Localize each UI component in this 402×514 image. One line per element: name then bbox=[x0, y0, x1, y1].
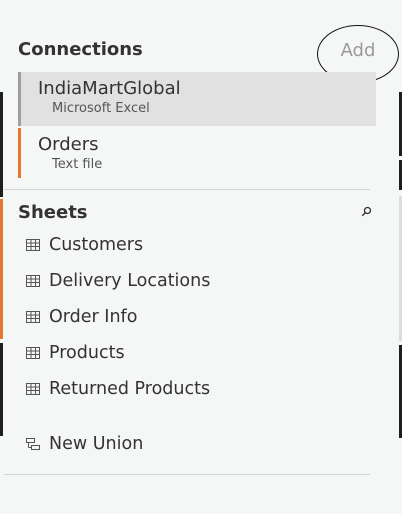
sheet-item-customers[interactable]: Customers bbox=[26, 230, 143, 260]
add-connection-label: Add bbox=[340, 39, 376, 61]
window-edge-left bbox=[0, 92, 3, 197]
connection-item-indiamartglobal[interactable]: IndiaMartGlobal Microsoft Excel bbox=[18, 72, 376, 126]
connection-name: IndiaMartGlobal bbox=[38, 78, 181, 99]
connections-header: Connections bbox=[18, 39, 143, 60]
data-source-panel: Connections Add IndiaMartGlobal Microsof… bbox=[4, 0, 399, 514]
union-icon bbox=[26, 438, 40, 450]
sheet-item-returned-products[interactable]: Returned Products bbox=[26, 374, 210, 404]
search-icon[interactable] bbox=[361, 206, 372, 217]
sheet-label: Order Info bbox=[49, 307, 138, 327]
sheet-label: Customers bbox=[49, 235, 144, 255]
table-icon bbox=[26, 347, 40, 359]
sheet-item-products[interactable]: Products bbox=[26, 338, 125, 368]
table-icon bbox=[26, 239, 40, 251]
window-edge-left-accent bbox=[0, 199, 3, 339]
sheet-label: Returned Products bbox=[49, 379, 211, 399]
table-icon bbox=[26, 383, 40, 395]
sheet-item-delivery-locations[interactable]: Delivery Locations bbox=[26, 266, 210, 296]
connection-type: Text file bbox=[52, 157, 103, 172]
new-union-label: New Union bbox=[49, 434, 144, 454]
window-edge-left-lower bbox=[0, 343, 3, 436]
table-icon bbox=[26, 275, 40, 287]
sheets-header: Sheets bbox=[18, 202, 88, 223]
section-divider bbox=[4, 189, 370, 190]
sheet-label: Products bbox=[49, 343, 125, 363]
table-icon bbox=[26, 311, 40, 323]
connection-type: Microsoft Excel bbox=[52, 101, 150, 116]
sheet-label: Delivery Locations bbox=[49, 271, 211, 291]
connection-name: Orders bbox=[38, 134, 99, 155]
new-union-item[interactable]: New Union bbox=[26, 429, 143, 459]
connection-item-orders[interactable]: Orders Text file bbox=[18, 128, 376, 178]
section-divider bbox=[4, 474, 370, 475]
sheet-item-order-info[interactable]: Order Info bbox=[26, 302, 137, 332]
